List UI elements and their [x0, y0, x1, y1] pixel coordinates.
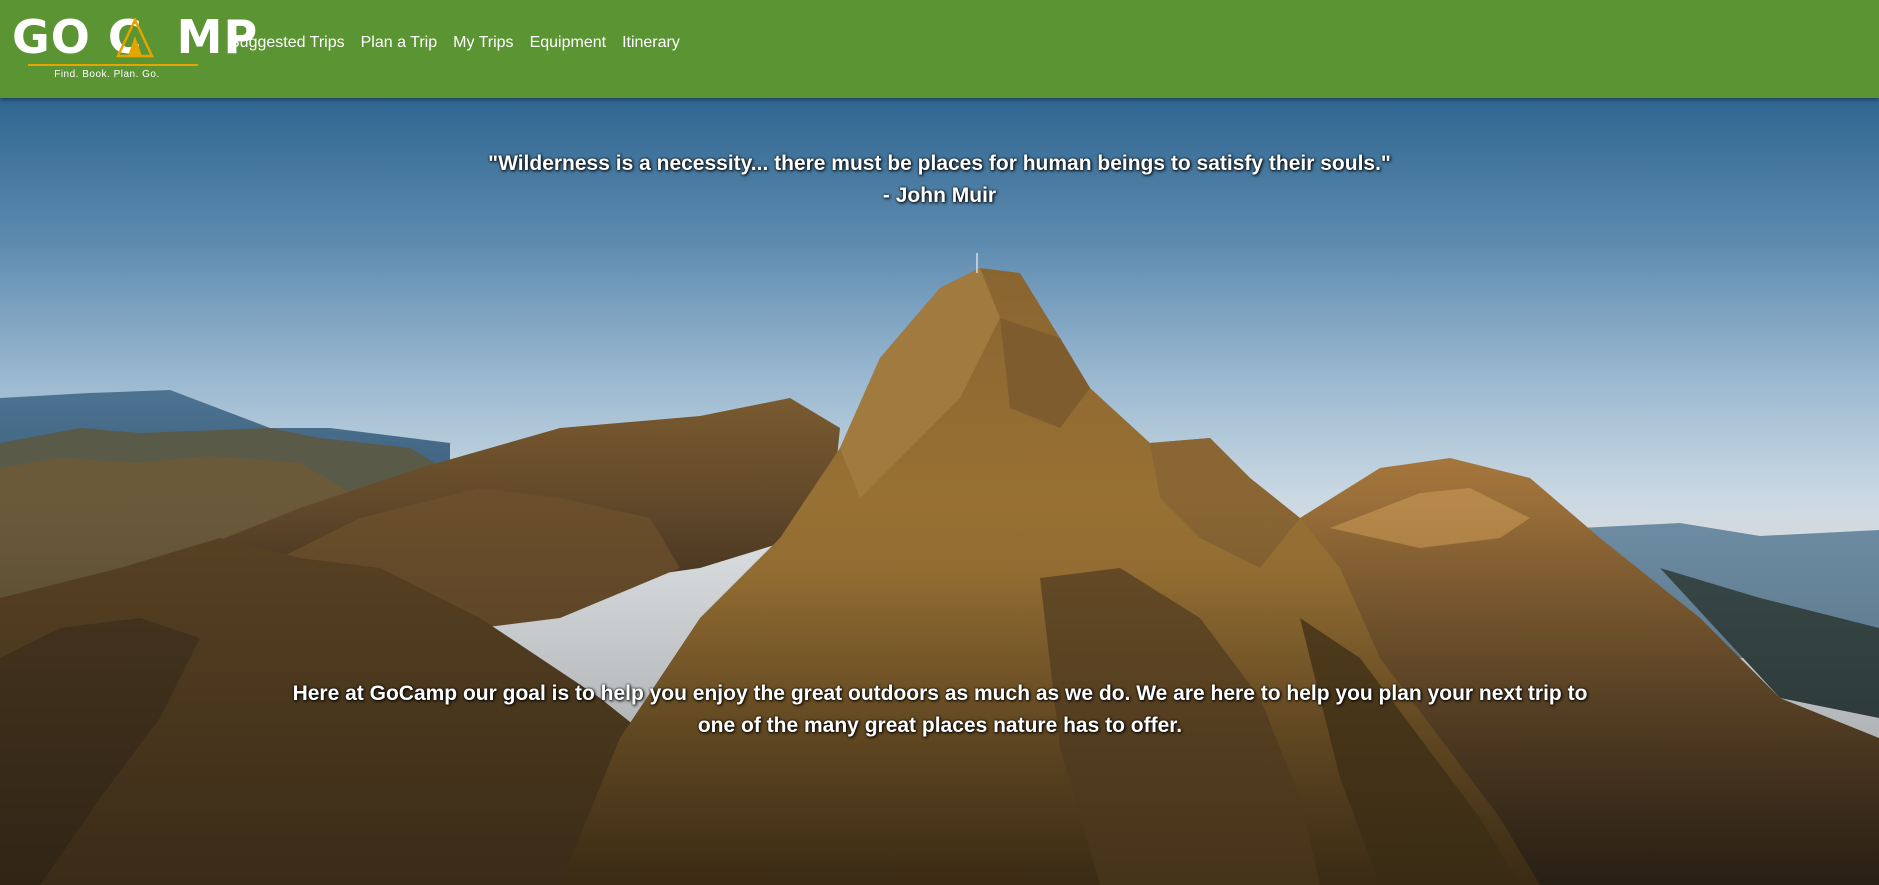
gocamp-logo[interactable]: GO C MP Find. Book. Plan. Go. — [12, 14, 257, 84]
top-navbar: GO C MP Find. Book. Plan. Go. Suggested … — [0, 0, 1879, 98]
quote-author: - John Muir — [882, 184, 997, 207]
logo-underline — [28, 64, 198, 66]
nav-itinerary[interactable]: Itinerary — [622, 34, 680, 52]
nav-my-trips[interactable]: My Trips — [453, 34, 513, 52]
logo-tagline: Find. Book. Plan. Go. — [54, 69, 160, 80]
mountain-landscape-image — [0, 253, 1879, 885]
hero-section: "Wilderness is a necessity... there must… — [0, 98, 1879, 885]
nav-plan-a-trip[interactable]: Plan a Trip — [361, 34, 437, 52]
nav-equipment[interactable]: Equipment — [530, 34, 607, 52]
hero-quote: "Wilderness is a necessity... there must… — [0, 148, 1879, 212]
quote-text: "Wilderness is a necessity... there must… — [488, 152, 1391, 175]
tent-icon — [116, 18, 154, 58]
nav-suggested-trips[interactable]: Suggested Trips — [229, 34, 345, 52]
main-nav: Suggested Trips Plan a Trip My Trips Equ… — [229, 34, 680, 52]
mission-statement: Here at GoCamp our goal is to help you e… — [292, 682, 1588, 737]
